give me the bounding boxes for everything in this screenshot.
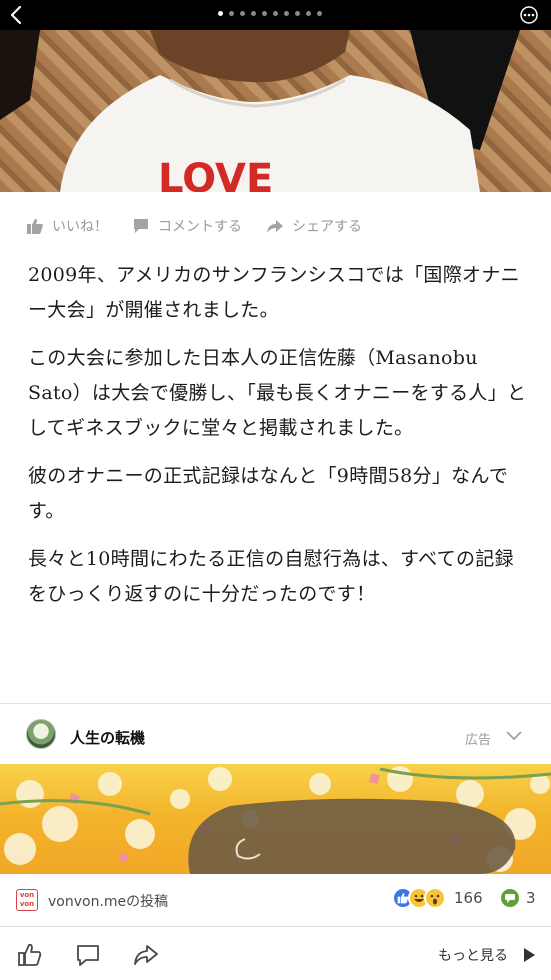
like-button-icon[interactable] [16, 941, 44, 969]
share-icon [267, 220, 283, 233]
play-arrow-icon[interactable] [522, 947, 536, 963]
page-dot[interactable] [306, 11, 311, 16]
page-dot[interactable] [229, 11, 234, 16]
page-dot[interactable] [240, 11, 245, 16]
comment-count: 3 [526, 889, 536, 907]
comment-action[interactable]: コメントする [132, 216, 242, 236]
source-text[interactable]: vonvon.meの投稿 [48, 891, 168, 911]
reaction-count: 166 [454, 889, 483, 907]
like-action[interactable]: いいね！ [26, 216, 108, 236]
like-label: いいね！ [52, 219, 108, 235]
ad-header: 人生の転機 広告 [0, 712, 551, 764]
top-bar [0, 0, 551, 30]
comment-bubble-icon [501, 889, 519, 907]
shirt-love-text: LOVE [158, 156, 273, 192]
bottom-bar: もっと見る [0, 926, 551, 980]
reactions-summary[interactable]: 166 [392, 887, 483, 909]
article-photo: LOVE [0, 30, 551, 192]
wow-reaction-icon [424, 887, 446, 909]
page-dot[interactable] [262, 11, 267, 16]
see-more-link[interactable]: もっと見る [438, 945, 508, 965]
share-action[interactable]: シェアする [266, 216, 362, 236]
back-chevron-icon[interactable] [6, 4, 28, 26]
page-dot[interactable] [251, 11, 256, 16]
page-dot[interactable] [273, 11, 278, 16]
page-dot[interactable] [317, 11, 322, 16]
page-dot[interactable] [218, 11, 223, 16]
share-button-icon[interactable] [132, 941, 160, 969]
page-dot[interactable] [295, 11, 300, 16]
vonvon-logo[interactable]: von von [16, 889, 38, 911]
thumbs-up-icon [27, 218, 43, 234]
page-indicator[interactable] [218, 11, 322, 16]
article-body: 2009年、アメリカのサンフランシスコでは「国際オナニー大会」が開催されました。… [28, 258, 528, 625]
post-actions: いいね！ コメントする シェアする [26, 216, 386, 236]
comment-label: コメントする [158, 219, 242, 235]
source-bar: von von vonvon.meの投稿 166 3 [0, 874, 551, 926]
share-label: シェアする [292, 219, 362, 235]
chevron-down-icon[interactable] [505, 730, 523, 742]
ad-banner-image[interactable] [0, 764, 551, 874]
article-paragraph: この大会に参加した日本人の正信佐藤（Masanobu Sato）は大会で優勝し、… [28, 347, 527, 439]
article-paragraph: 2009年、アメリカのサンフランシスコでは「国際オナニー大会」が開催されました。 [28, 264, 520, 321]
comment-icon [134, 219, 148, 233]
article-paragraph: 彼のオナニーの正式記録はなんと「9時間58分」なんです。 [28, 465, 509, 522]
page-dot[interactable] [284, 11, 289, 16]
divider [0, 703, 551, 704]
ad-avatar[interactable] [26, 719, 56, 749]
ad-title[interactable]: 人生の転機 [70, 727, 145, 748]
logo-line-2: von [19, 900, 35, 908]
comment-button-icon[interactable] [74, 941, 102, 969]
logo-line-1: von [19, 891, 35, 899]
more-options-icon[interactable] [519, 5, 539, 25]
ad-label: 広告 [464, 733, 491, 748]
comment-summary[interactable]: 3 [500, 888, 536, 908]
article-paragraph: 長々と10時間にわたる正信の自慰行為は、すべての記録をひっくり返すのに十分だった… [28, 548, 514, 605]
